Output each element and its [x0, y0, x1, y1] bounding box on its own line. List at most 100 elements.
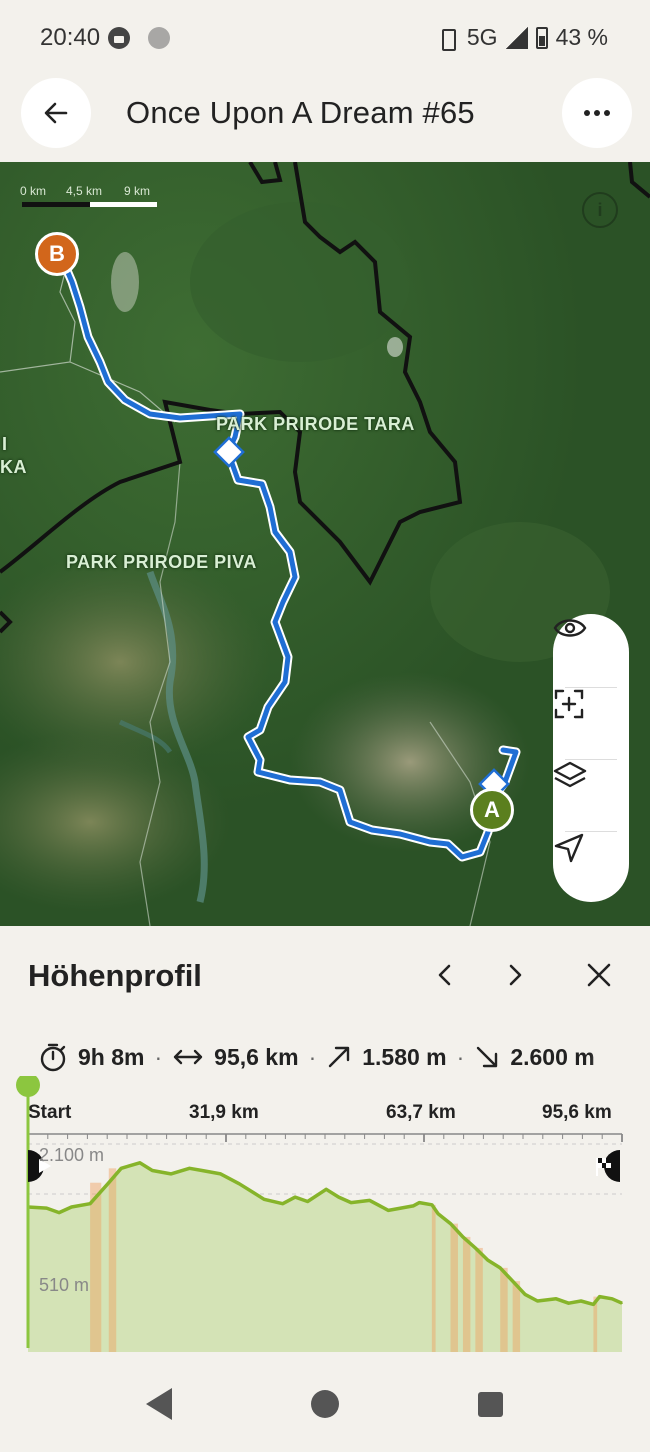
home-icon: [311, 1390, 339, 1418]
my-location-button[interactable]: [553, 832, 629, 904]
elevation-point: [437, 1212, 439, 1215]
elevation-point: [70, 1206, 73, 1208]
panel-title: Höhenprofil: [28, 958, 202, 993]
info-icon[interactable]: i: [582, 192, 618, 228]
map-label-park-piva: PARK PRIRODE PIVA: [66, 552, 257, 572]
network-type: 5G: [466, 24, 498, 50]
status-bar: 20:40 5G 43 %: [0, 0, 650, 78]
stopwatch-icon: [40, 1043, 66, 1072]
elevation-point: [487, 1259, 489, 1261]
axis-ticks: [27, 1134, 623, 1142]
steep-segment: [500, 1267, 508, 1352]
previous-button[interactable]: [430, 960, 460, 990]
route-map[interactable]: 0 km 4,5 km 9 km i PARK PRIRODE TARA PAR…: [0, 162, 650, 926]
eye-icon: [553, 619, 587, 637]
elevation-point: [219, 1173, 222, 1175]
elevation-point: [580, 1300, 582, 1302]
close-button[interactable]: [584, 960, 614, 990]
elevation-point: [58, 1211, 60, 1214]
map-tools: [553, 614, 629, 902]
steep-segment: [431, 1204, 436, 1352]
elevation-point: [350, 1201, 352, 1204]
elevation-point: [499, 1267, 502, 1269]
elevation-point: [611, 1298, 613, 1300]
distance-value: 95,6 km: [214, 1043, 299, 1070]
scale-label-2: 9 km: [124, 184, 151, 198]
chevron-left-icon: [438, 964, 451, 986]
elevation-point: [294, 1196, 297, 1198]
steep-segment: [108, 1168, 117, 1352]
lock-icon: [108, 27, 130, 49]
map-layers-button[interactable]: [553, 760, 629, 832]
elevation-point: [368, 1199, 371, 1202]
status-time: 20:40: [40, 24, 101, 51]
battery-level: 43 %: [555, 24, 608, 50]
battery-icon: [535, 26, 548, 49]
signal-icon: [505, 26, 528, 49]
elevation-point: [524, 1293, 526, 1296]
elevation-point: [120, 1167, 122, 1170]
more-options-button[interactable]: [562, 78, 632, 148]
scale-label-0: 0 km: [20, 184, 47, 198]
steep-segment: [462, 1236, 471, 1352]
elevation-point: [621, 1302, 623, 1304]
next-button[interactable]: [500, 960, 530, 990]
elevation-point: [598, 1295, 601, 1298]
elevation-point: [45, 1207, 48, 1209]
globe-icon: [148, 27, 170, 49]
elevation-point: [431, 1204, 433, 1206]
back-button[interactable]: [21, 78, 91, 148]
elevation-point: [567, 1302, 570, 1304]
page-title: Once Upon A Dream #65: [126, 95, 475, 130]
chevron-right-icon: [509, 964, 522, 986]
distance-arrows-icon: [173, 1049, 203, 1065]
steep-segment: [90, 1182, 102, 1352]
scale-label-1: 4,5 km: [66, 184, 103, 198]
elevation-point: [170, 1173, 172, 1175]
descent-value: 2.600 m: [510, 1043, 595, 1070]
vibrate-icon: [435, 27, 459, 51]
elevation-point: [188, 1167, 191, 1170]
elevation-point: [151, 1169, 154, 1172]
y-tick-min: 510 m: [39, 1275, 90, 1295]
elevation-point: [306, 1200, 309, 1203]
elevation-point: [108, 1181, 110, 1184]
back-icon: [146, 1388, 172, 1420]
route-end-marker[interactable]: B: [35, 232, 79, 276]
map-label-edge-2: KA: [0, 457, 27, 477]
close-icon: [587, 963, 611, 987]
ascent-stat: 1.580 m: [326, 1043, 447, 1071]
system-nav-bar: [0, 1372, 650, 1447]
ascent-arrow-icon: [329, 1046, 350, 1068]
elevation-point: [511, 1280, 514, 1282]
elevation-point: [462, 1236, 464, 1238]
arrow-left-icon: [44, 102, 68, 124]
elevation-point: [337, 1196, 340, 1198]
elevation-point: [412, 1205, 415, 1207]
elevation-plot: [16, 1076, 623, 1352]
elevation-panel: Höhenprofil 9h 8m · 95,6 km · 1.580 m · …: [0, 926, 650, 1447]
descent-stat: 2.600 m: [474, 1043, 595, 1071]
zoom-region-icon: [554, 689, 584, 719]
zoom-to-route-button[interactable]: [553, 688, 629, 760]
steep-segment: [512, 1281, 521, 1352]
elevation-chart[interactable]: Start 31,9 km 63,7 km 95,6 km 2.100 m 51…: [0, 1076, 650, 1356]
elevation-point: [474, 1247, 477, 1249]
recents-icon: [478, 1392, 503, 1417]
duration-stat: 9h 8m: [38, 1042, 144, 1072]
elevation-point: [281, 1202, 284, 1205]
more-horizontal-icon: [584, 110, 610, 116]
visibility-button[interactable]: [553, 616, 629, 688]
elevation-point: [201, 1169, 203, 1172]
elevation-point: [139, 1162, 141, 1164]
map-label-park-tara: PARK PRIRODE TARA: [216, 414, 415, 434]
navigate-icon: [554, 833, 584, 863]
descent-arrow-icon: [477, 1046, 498, 1068]
elevation-point: [400, 1207, 402, 1209]
layers-icon: [553, 761, 587, 788]
ascent-value: 1.580 m: [362, 1043, 447, 1070]
elevation-point: [238, 1183, 241, 1185]
status-indicators: 5G 43 %: [435, 24, 608, 51]
route-start-marker[interactable]: A: [470, 788, 514, 832]
elevation-point: [592, 1303, 595, 1306]
